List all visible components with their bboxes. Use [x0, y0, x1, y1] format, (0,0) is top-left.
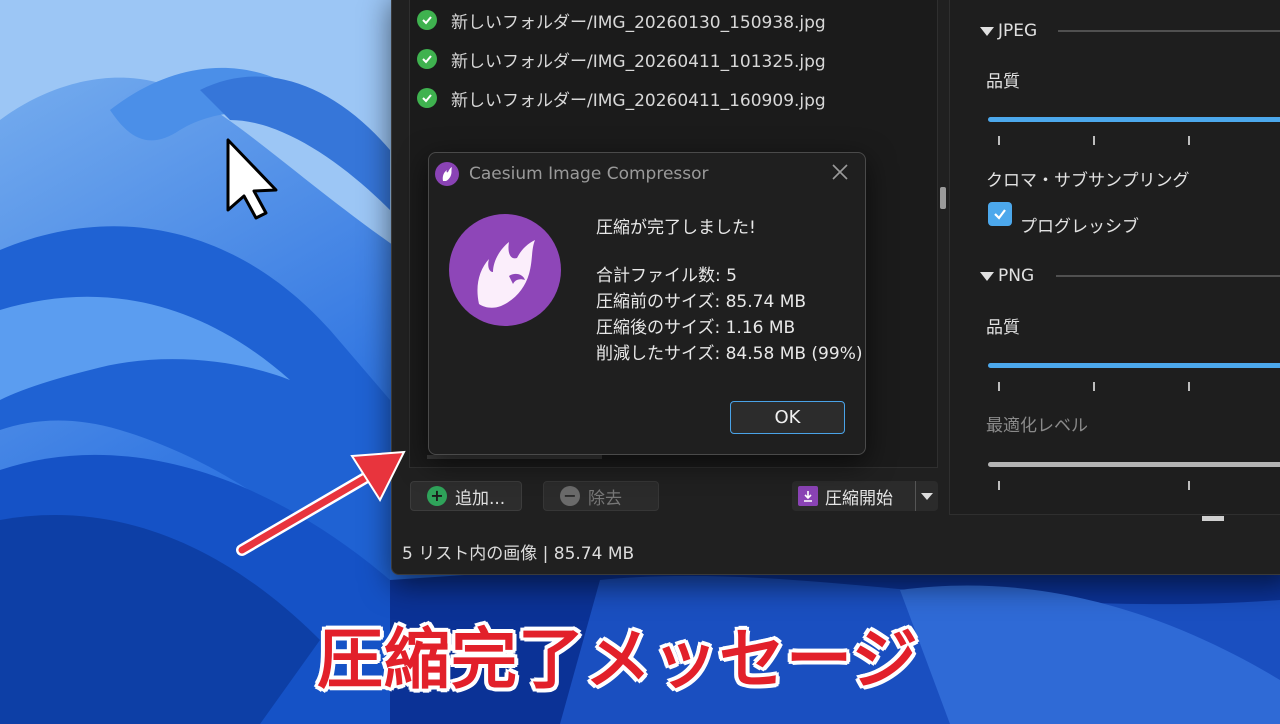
optimization-level-label: 最適化レベル — [986, 416, 1088, 436]
compression-complete-dialog: Caesium Image Compressor 圧縮が完了しました! 合計ファ… — [428, 152, 866, 455]
collapse-triangle-icon — [980, 26, 994, 36]
png-heading: PNG — [998, 266, 1035, 286]
list-horizontal-scrollbar[interactable] — [427, 455, 602, 459]
chevron-down-icon — [921, 492, 933, 500]
check-circle-icon — [417, 49, 437, 69]
dialog-heading: 圧縮が完了しました! — [596, 218, 756, 238]
divider — [1056, 275, 1280, 277]
optimization-level-slider[interactable] — [988, 462, 1280, 467]
plus-icon: + — [427, 486, 447, 506]
list-item[interactable]: 新しいフォルダー/IMG_20260130_150938.jpg — [410, 5, 826, 35]
close-icon[interactable] — [829, 161, 851, 183]
size-before-text: 圧縮前のサイズ: 85.74 MB — [596, 292, 807, 312]
slider-tick — [998, 136, 1000, 145]
status-bar: 5 リスト内の画像 | 85.74 MB — [402, 544, 635, 564]
slider-tick — [1188, 136, 1190, 145]
check-circle-icon — [417, 10, 437, 30]
add-button[interactable]: + 追加... — [410, 481, 522, 511]
slider-tick — [1093, 136, 1095, 145]
dialog-title: Caesium Image Compressor — [469, 164, 709, 184]
compress-icon — [798, 486, 818, 506]
slider-tick — [1188, 382, 1190, 391]
caesium-logo — [449, 214, 561, 326]
checkmark-icon — [994, 209, 1006, 220]
size-after-text: 圧縮後のサイズ: 1.16 MB — [596, 318, 796, 338]
remove-button-label: 除去 — [588, 488, 622, 509]
remove-button[interactable]: − 除去 — [543, 481, 659, 511]
add-button-label: 追加... — [455, 488, 506, 509]
slider-tick — [1093, 382, 1095, 391]
compress-button[interactable]: 圧縮開始 — [792, 481, 916, 511]
file-name: 新しいフォルダー/IMG_20260130_150938.jpg — [451, 12, 826, 33]
slider-tick — [998, 382, 1000, 391]
list-item[interactable]: 新しいフォルダー/IMG_20260411_160909.jpg — [410, 83, 826, 113]
progressive-checkbox[interactable] — [988, 202, 1012, 226]
compress-button-label: 圧縮開始 — [825, 488, 893, 509]
png-section-header[interactable]: PNG — [980, 266, 1034, 286]
scrollbar-thumb[interactable] — [940, 187, 946, 209]
resize-grip[interactable] — [1202, 516, 1224, 521]
slider-tick — [998, 481, 1000, 490]
divider — [1058, 30, 1280, 32]
collapse-triangle-icon — [980, 271, 994, 281]
settings-panel: JPEG 品質 クロマ・サブサンプリング プログレッシブ PNG 品質 最適化レ… — [949, 0, 1280, 515]
list-item[interactable]: 新しいフォルダー/IMG_20260411_101325.jpg — [410, 44, 826, 74]
jpeg-heading: JPEG — [998, 21, 1038, 41]
caesium-app-icon — [435, 162, 459, 186]
png-quality-label: 品質 — [986, 318, 1020, 338]
chroma-subsampling-label: クロマ・サブサンプリング — [986, 171, 1190, 191]
ok-button[interactable]: OK — [730, 401, 845, 434]
total-files-text: 合計ファイル数: 5 — [596, 266, 737, 286]
file-name: 新しいフォルダー/IMG_20260411_101325.jpg — [451, 51, 826, 72]
compress-dropdown-button[interactable] — [916, 481, 938, 511]
minus-icon: − — [560, 486, 580, 506]
slider-tick — [1188, 481, 1190, 490]
jpeg-section-header[interactable]: JPEG — [980, 21, 1037, 41]
size-saved-text: 削減したサイズ: 84.58 MB (99%) — [596, 344, 863, 364]
progressive-label: プログレッシブ — [1020, 217, 1139, 237]
file-name: 新しいフォルダー/IMG_20260411_160909.jpg — [451, 90, 826, 111]
check-circle-icon — [417, 88, 437, 108]
jpeg-quality-slider[interactable] — [988, 117, 1280, 122]
png-quality-slider[interactable] — [988, 363, 1280, 368]
jpeg-quality-label: 品質 — [986, 72, 1020, 92]
caption-text: 圧縮完了メッセージ — [317, 621, 919, 698]
